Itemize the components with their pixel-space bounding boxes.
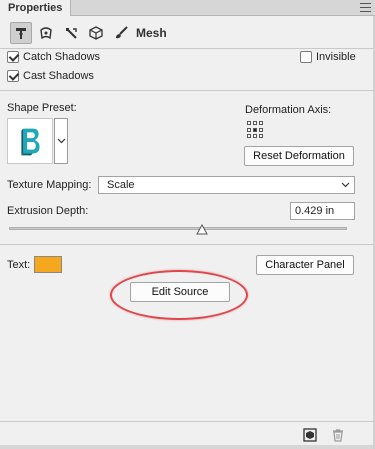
invisible-label: Invisible (316, 51, 356, 63)
cast-shadows-checkbox[interactable] (7, 70, 19, 82)
mesh-tool-icon[interactable] (10, 22, 32, 44)
chevron-down-icon (341, 182, 350, 188)
text-label: Text: (7, 259, 31, 271)
render-icon[interactable] (303, 428, 317, 442)
texture-mapping-select[interactable]: Scale (98, 176, 355, 194)
shape-preset-icon (21, 128, 40, 156)
catch-shadows-option[interactable]: Catch Shadows (7, 51, 100, 63)
deform-tool-icon[interactable] (35, 22, 57, 44)
properties-panel: Properties Mesh Catch Shadows Invisible … (0, 0, 375, 449)
divider (0, 244, 375, 245)
slider-thumb[interactable] (195, 224, 208, 236)
shape-preset-thumbnail[interactable] (7, 118, 53, 164)
texture-mapping-label: Texture Mapping: (7, 179, 92, 191)
bottom-strip (0, 445, 375, 449)
extrusion-depth-slider[interactable] (9, 227, 347, 230)
invisible-checkbox[interactable] (300, 51, 312, 63)
deformation-axis-label: Deformation Axis: (245, 104, 332, 116)
texture-mapping-value: Scale (107, 179, 135, 191)
shape-preset-dropdown[interactable] (54, 118, 68, 164)
panel-menu-icon[interactable] (360, 3, 371, 12)
text-color-swatch[interactable] (34, 256, 62, 273)
properties-toolbar: Mesh (0, 17, 375, 49)
catch-shadows-label: Catch Shadows (23, 51, 101, 63)
panel-titlebar: Properties (0, 0, 375, 16)
reset-deformation-button[interactable]: Reset Deformation (244, 146, 354, 166)
coordinates-tool-icon[interactable] (85, 22, 107, 44)
deformation-axis-grid[interactable] (247, 121, 265, 139)
edit-source-button[interactable]: Edit Source (130, 282, 230, 302)
invisible-option[interactable]: Invisible (300, 51, 356, 63)
character-panel-button[interactable]: Character Panel (256, 255, 354, 275)
mesh-label: Mesh (136, 26, 167, 40)
cast-shadows-label: Cast Shadows (23, 70, 94, 82)
divider (0, 90, 375, 91)
cast-shadows-option[interactable]: Cast Shadows (7, 70, 94, 82)
trash-icon[interactable] (331, 428, 345, 442)
chevron-down-icon (57, 138, 66, 144)
catch-shadows-checkbox[interactable] (7, 51, 19, 63)
extrusion-depth-input[interactable]: 0.429 in (290, 202, 355, 220)
extrusion-depth-label: Extrusion Depth: (7, 205, 89, 217)
brush-tool-icon[interactable] (110, 22, 132, 44)
shape-preset-label: Shape Preset: (7, 102, 77, 114)
properties-tab[interactable]: Properties (0, 0, 72, 16)
cap-tool-icon[interactable] (60, 22, 82, 44)
